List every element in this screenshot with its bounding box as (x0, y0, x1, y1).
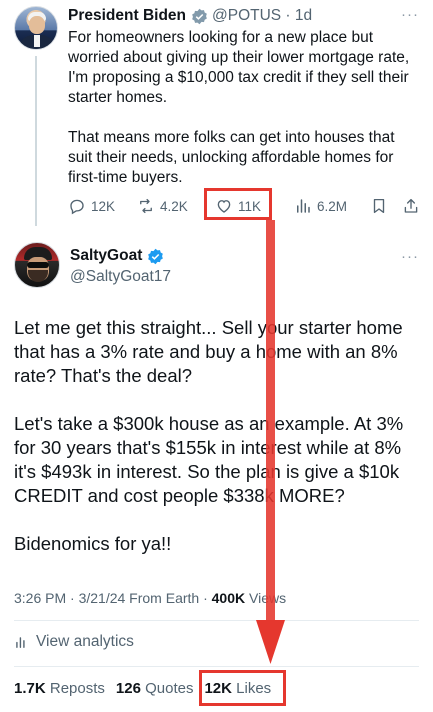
government-badge-icon (192, 8, 207, 24)
verified-badge-icon (148, 248, 164, 264)
author-name: SaltyGoat (70, 247, 143, 264)
more-options-icon[interactable]: ··· (401, 6, 419, 23)
reposts-count: 1.7K (14, 680, 46, 697)
quotes-label: Quotes (140, 680, 194, 697)
tweet-paragraph: Bidenomics for ya!! (14, 533, 172, 554)
parent-tweet-header: President Biden @POTUS · 1d (68, 6, 312, 26)
share-button[interactable] (402, 196, 425, 216)
repost-button[interactable]: 4.2K (137, 196, 188, 216)
author-handle-time[interactable]: @POTUS · 1d (212, 6, 312, 26)
reply-button[interactable]: 12K (68, 196, 115, 216)
divider (14, 666, 419, 667)
bookmark-button[interactable] (370, 196, 393, 216)
views-icon (297, 199, 310, 213)
author-handle[interactable]: @SaltyGoat17 (70, 268, 171, 286)
view-analytics-link[interactable]: View analytics (14, 633, 134, 651)
analytics-label: View analytics (36, 633, 134, 650)
repost-count: 4.2K (160, 198, 188, 214)
repost-icon (140, 198, 152, 214)
views-button[interactable]: 6.2M (294, 196, 347, 216)
analytics-icon (16, 637, 25, 648)
parent-tweet: President Biden @POTUS · 1d ··· For home… (0, 0, 433, 226)
tweet-paragraph: That means more folks can get into house… (68, 129, 395, 186)
more-options-icon[interactable]: ··· (401, 248, 419, 265)
reply-icon (70, 199, 84, 215)
parent-tweet-text: For homeowners looking for a new place b… (68, 28, 418, 188)
views-total: 400K (211, 590, 246, 606)
timestamp[interactable]: 3:26 PM · 3/21/24 From Earth · (14, 590, 212, 606)
divider (14, 620, 419, 621)
tweet-paragraph: Let me get this straight... Sell your st… (14, 317, 403, 386)
likes-highlight-box (199, 670, 286, 706)
views-label: Views (245, 590, 287, 606)
reposts-label: Reposts (45, 680, 105, 697)
quotes-stat[interactable]: 126 Quotes (116, 680, 194, 697)
potus-avatar[interactable] (14, 6, 58, 50)
tweet-paragraph: Let's take a $300k house as an example. … (14, 413, 404, 506)
reposts-stat[interactable]: 1.7K Reposts (14, 680, 105, 697)
like-count-highlight-box (204, 188, 272, 220)
reply-author[interactable]: SaltyGoat (70, 247, 164, 265)
reply-tweet-text: Let me get this straight... Sell your st… (14, 316, 422, 556)
thread-connector-line (35, 56, 37, 226)
quotes-count: 126 (115, 680, 141, 697)
share-icon (404, 198, 418, 213)
bookmark-icon (373, 198, 385, 214)
reply-count: 12K (91, 198, 116, 214)
views-count: 6.2M (317, 198, 348, 214)
tweet-paragraph: For homeowners looking for a new place b… (68, 29, 410, 106)
saltygoat-avatar[interactable] (14, 242, 60, 288)
author-name[interactable]: President Biden (68, 6, 186, 26)
tweet-meta: 3:26 PM · 3/21/24 From Earth · 400K View… (14, 590, 286, 606)
